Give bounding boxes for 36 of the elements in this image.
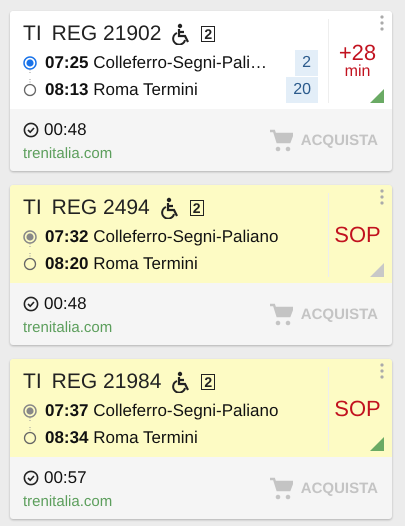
duration-text: 00:57: [44, 467, 87, 489]
duration-text: 00:48: [44, 293, 87, 315]
stop-text: 07:32 Colleferro-Segni-Paliano: [45, 226, 278, 248]
source-link[interactable]: trenitalia.com: [23, 490, 112, 513]
class-badge: 2: [190, 200, 204, 216]
cart-icon: [268, 477, 293, 501]
operator-label: TI: [23, 370, 42, 394]
more-options-icon[interactable]: [380, 189, 384, 205]
cart-icon: [268, 303, 293, 327]
wheelchair-icon: [171, 371, 192, 393]
source-link[interactable]: trenitalia.com: [23, 316, 112, 339]
platform-badge: 2: [295, 50, 318, 76]
wheelchair-icon: [160, 197, 180, 219]
duration-text: 00:48: [44, 119, 87, 141]
train-number: REG 21902: [52, 22, 162, 46]
delay-unit: min: [344, 64, 370, 80]
wheelchair-icon: [171, 23, 192, 45]
class-badge: 2: [201, 374, 216, 390]
delay-status: SOP: [334, 224, 381, 246]
source-link[interactable]: trenitalia.com: [23, 142, 112, 165]
train-number: REG 21984: [52, 370, 162, 394]
more-options-icon[interactable]: [380, 15, 384, 31]
train-number: REG 2494: [52, 196, 150, 220]
delay-status: +28: [338, 42, 376, 64]
stop-text: 07:25 Colleferro-Segni-Pali…: [45, 52, 268, 74]
more-options-icon[interactable]: [380, 363, 384, 379]
platform-badge: 20: [286, 76, 318, 102]
stop-text: 08:13 Roma Termini: [45, 78, 198, 101]
stop-text: 07:37 Colleferro-Segni-Paliano: [45, 400, 278, 422]
stop-text: 08:34 Roma Termini: [45, 426, 198, 449]
stop-text: 08:20 Roma Termini: [45, 252, 198, 275]
cart-icon: [268, 129, 293, 153]
delay-status: SOP: [334, 398, 381, 420]
class-badge: 2: [201, 26, 216, 42]
operator-label: TI: [23, 196, 42, 220]
operator-label: TI: [23, 22, 42, 46]
